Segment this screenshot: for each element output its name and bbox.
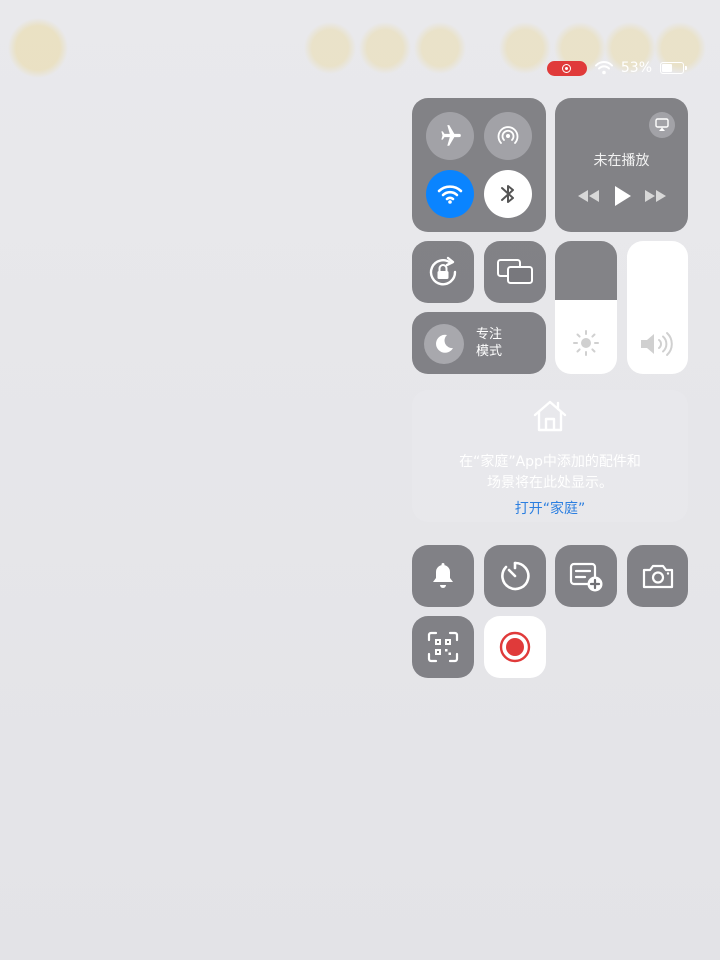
bell-icon: [433, 563, 453, 588]
open-home-link[interactable]: 打开“家庭”: [412, 498, 688, 518]
now-playing-tile[interactable]: 未在播放: [555, 98, 688, 232]
record-ring-icon: [562, 63, 572, 73]
now-playing-title: 未在播放: [593, 153, 650, 169]
rotation-lock-button[interactable]: [412, 241, 474, 303]
focus-label-line1: 专注: [476, 327, 503, 342]
battery-icon: [660, 62, 687, 74]
camera-icon: [642, 564, 674, 589]
airplay-button[interactable]: [649, 112, 675, 138]
connectivity-tile: [412, 98, 546, 232]
bluetooth-icon: [501, 185, 514, 203]
sun-icon: [573, 330, 599, 356]
airplane-icon: [441, 125, 461, 146]
wifi-button[interactable]: [426, 170, 474, 218]
home-message-line1: 在“家庭”App中添加的配件和: [459, 454, 641, 470]
alarm-button[interactable]: [412, 545, 474, 607]
timer-icon: [501, 561, 530, 591]
home-accessories-section: 在“家庭”App中添加的配件和 场景将在此处显示。 打开“家庭”: [412, 390, 688, 522]
screen-record-icon: [499, 631, 531, 663]
brightness-slider[interactable]: [555, 241, 617, 374]
focus-mode-button[interactable]: 专注 模式: [412, 312, 546, 374]
home-message-line2: 场景将在此处显示。: [487, 475, 613, 491]
airplay-icon: [655, 118, 669, 131]
screen-recording-indicator[interactable]: [546, 60, 587, 76]
screen-record-button[interactable]: [484, 616, 546, 678]
battery-percent: 53%: [620, 60, 652, 76]
code-scanner-button[interactable]: [412, 616, 474, 678]
notes-add-icon: [569, 562, 603, 592]
playback-controls: [555, 184, 688, 208]
airdrop-button[interactable]: [484, 112, 532, 160]
volume-slider[interactable]: [627, 241, 688, 374]
timer-button[interactable]: [484, 545, 546, 607]
camera-button[interactable]: [627, 545, 688, 607]
status-bar: 53%: [546, 58, 687, 78]
qr-scanner-icon: [427, 631, 459, 663]
fast-forward-icon[interactable]: [643, 188, 669, 204]
moon-icon: [436, 334, 453, 353]
airdrop-icon: [497, 126, 519, 144]
bluetooth-button[interactable]: [484, 170, 532, 218]
rotation-lock-icon: [429, 256, 457, 286]
focus-moon-circle: [424, 324, 464, 364]
wifi-icon: [437, 185, 463, 204]
brightness-slider-empty: [555, 241, 617, 300]
screen-mirroring-icon: [497, 259, 533, 284]
focus-label-line2: 模式: [476, 344, 503, 359]
quick-note-button[interactable]: [555, 545, 617, 607]
home-message: 在“家庭”App中添加的配件和 场景将在此处显示。: [412, 452, 688, 494]
screen-mirroring-button[interactable]: [484, 241, 546, 303]
wifi-status-icon: [594, 61, 613, 75]
rewind-icon[interactable]: [575, 188, 601, 204]
speaker-icon: [641, 332, 673, 356]
play-icon[interactable]: [611, 184, 633, 208]
focus-label: 专注 模式: [476, 326, 502, 360]
airplane-mode-button[interactable]: [426, 112, 474, 160]
home-icon: [533, 400, 567, 432]
